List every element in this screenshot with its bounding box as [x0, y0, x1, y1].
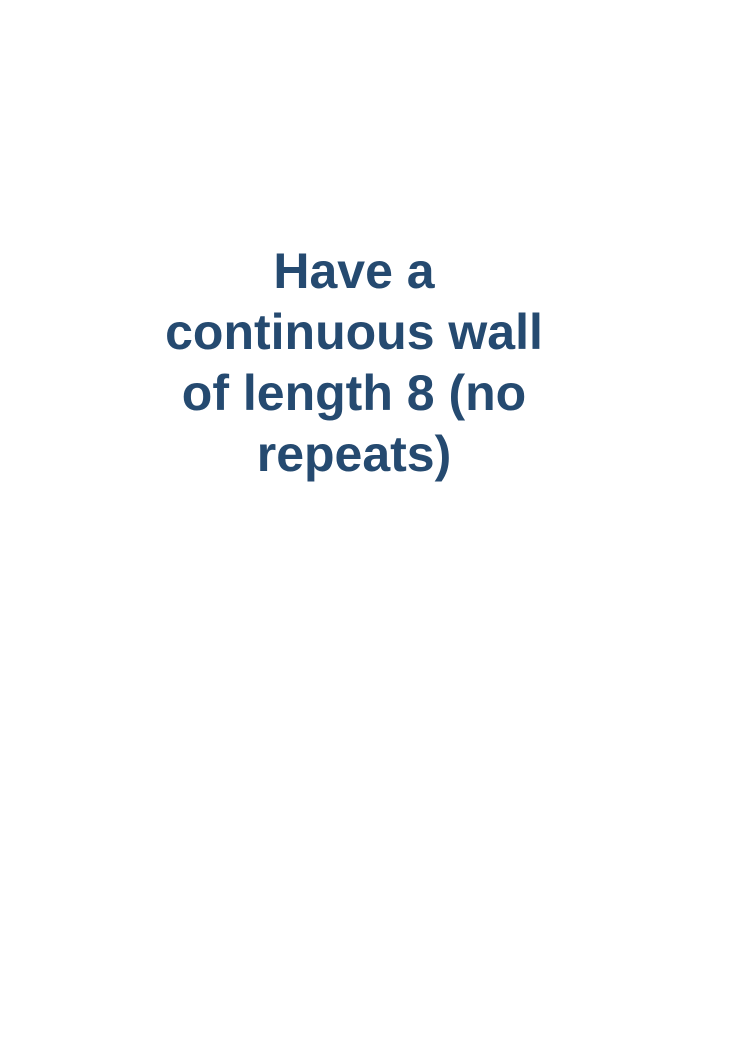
card-statement-line-4: repeats) [256, 426, 452, 482]
card-statement-line-3: of length 8 (no [181, 365, 527, 421]
card-statement-line-2: continuous wall [165, 304, 543, 360]
card-page: Have a continuous wall of length 8 (no r… [0, 0, 744, 1039]
card-statement-line-1: Have a [273, 243, 435, 299]
card-statement: Have a continuous wall of length 8 (no r… [0, 241, 708, 485]
